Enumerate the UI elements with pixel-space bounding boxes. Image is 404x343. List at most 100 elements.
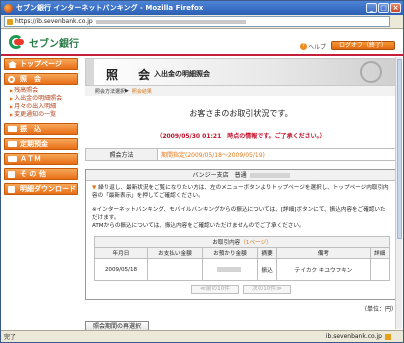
nav-other-label: そ の 他: [20, 170, 46, 178]
unit-label: （単位：円）: [360, 306, 397, 313]
breadcrumb: 照会方法選択 ▶ 照会結果: [85, 86, 397, 96]
submenu-item-changes[interactable]: 変更通知の一覧: [10, 111, 78, 119]
address-bar: https://ib.sevenbank.co.jp: [1, 15, 403, 29]
logo-mark-icon: [9, 33, 27, 51]
house-icon: [8, 61, 17, 68]
help-icon: ?: [299, 43, 307, 50]
triangle-icon: ▼: [92, 185, 97, 191]
other-icon: [8, 171, 15, 178]
page-title: 照 会: [106, 68, 155, 82]
maximize-button[interactable]: □: [378, 3, 389, 13]
url-text: https://ib.sevenbank.co.jp: [15, 18, 93, 25]
greeting-text: お客さまのお取引状況です。: [189, 109, 293, 118]
nav-transfer-button[interactable]: 振 込: [4, 123, 78, 135]
status-right: ib.sevenbank.co.jp: [326, 333, 391, 340]
row-payment: [146, 258, 203, 281]
transfer-note: ※インターネットバンキング、モバイルバンキングからの振込については、[詳細]ボタ…: [86, 203, 396, 232]
nav-inquiry-button[interactable]: 照 会: [4, 73, 78, 85]
submenu-item-balance[interactable]: 残高照会: [10, 87, 78, 95]
submenu-item-monthly[interactable]: 月々の出入明細: [10, 103, 78, 111]
account-number-masked: [249, 173, 290, 178]
help-label: ヘルプ: [307, 44, 326, 51]
branch-label: バンジー支店 普通: [192, 172, 247, 179]
nav-download-button[interactable]: 明細ダウンロード: [4, 183, 78, 195]
firefox-icon: [4, 3, 13, 13]
page-banner: 照 会 入出金の明細照会: [85, 58, 397, 86]
col-note: 備考: [276, 247, 371, 259]
site-header: セブン銀行 ? ヘルプ ログオフ（終了）: [1, 29, 403, 56]
nav-fixed-label: 定期預金: [20, 140, 48, 148]
method-key: 照会方法: [85, 148, 158, 161]
nav-top-label: トップページ: [20, 60, 62, 68]
col-date: 年月日: [94, 247, 148, 259]
row-summary: 振込: [256, 258, 278, 281]
account-panel: バンジー支店 普通 ▼ 繰り返し、最新状況をご覧になりたい方は、左のメニューボタ…: [85, 169, 397, 300]
seven-bank-logo[interactable]: セブン銀行: [9, 33, 79, 51]
row-deposit: [201, 258, 258, 281]
banner-stripe: [86, 59, 94, 85]
nav-download-label: 明細ダウンロード: [20, 185, 76, 193]
col-detail: 詳細: [369, 247, 391, 259]
transfer-note-1: ※インターネットバンキング、モバイルバンキングからの振込については、[詳細]ボタ…: [92, 207, 386, 221]
vertical-scrollbar[interactable]: [395, 57, 402, 329]
nav-top-button[interactable]: トップページ: [4, 58, 78, 70]
close-button[interactable]: ×: [390, 3, 401, 13]
method-value: 期間指定(2009/05/18～2009/05/19): [157, 148, 397, 161]
account-header: バンジー支店 普通: [86, 170, 396, 181]
deposit-icon: [8, 141, 17, 147]
nav-atm-button[interactable]: ＡＴＭ: [4, 153, 78, 165]
next-page-button[interactable]: 次の10件≫: [243, 285, 291, 294]
transfer-icon: [8, 126, 17, 132]
transactions-table: お取引内容（1ページ） 年月日 お支払い金額 お預かり金額 摘要 備考 詳細 2…: [94, 236, 391, 281]
amount-masked: [216, 266, 241, 272]
prev-page-button[interactable]: ≪前の10件: [191, 285, 239, 294]
breadcrumb-arrow-icon: ▶: [125, 88, 129, 94]
minimize-button[interactable]: _: [366, 3, 377, 13]
table-row: 2009/05/18 振込 テイカク キユウフキン: [94, 258, 391, 281]
row-date: 2009/05/18: [94, 258, 148, 281]
scrollbar-thumb[interactable]: [397, 59, 402, 239]
url-masked: [95, 19, 246, 24]
atm-icon: [8, 156, 17, 162]
logout-button[interactable]: ログオフ（終了）: [331, 41, 395, 50]
nav-atm-label: ＡＴＭ: [20, 155, 41, 163]
page-subtitle: 入出金の明細照会: [154, 70, 210, 78]
caption-text: お取引内容: [212, 240, 241, 246]
transactions-caption: お取引内容（1ページ）: [94, 236, 390, 248]
transfer-note-2: ATMからの振込については、振込内容をご確認いただけませんのでご了承ください。: [92, 223, 305, 229]
refresh-message-text: 繰り返し、最新状況をご覧になりたい方は、左のメニューボタンよりトップページを選択…: [92, 185, 389, 199]
window-title: セブン銀行 インターネットバンキング - Mozilla Firefox: [16, 4, 204, 12]
nav-inquiry-label: 照 会: [20, 75, 41, 83]
nav-fixed-deposit-button[interactable]: 定期預金: [4, 138, 78, 150]
nav-transfer-label: 振 込: [20, 125, 41, 133]
download-icon: [8, 186, 15, 193]
caption-page: （1ページ）: [240, 240, 272, 246]
main-content: 照 会 入出金の明細照会 照会方法選択 ▶ 照会結果 お客さまのお取引状況です。…: [85, 58, 397, 332]
nav-other-button[interactable]: そ の 他: [4, 168, 78, 180]
timestamp-notice: （2009/05/30 01:21 時点の情報です。ご了承ください。）: [156, 133, 326, 140]
logo-text: セブン銀行: [29, 38, 79, 50]
title-bar: セブン銀行 インターネットバンキング - Mozilla Firefox _ □…: [1, 1, 403, 15]
status-text: 完了: [4, 334, 17, 341]
window-controls: _ □ ×: [366, 3, 401, 13]
secure-lock-icon: [385, 333, 391, 340]
browser-window: セブン銀行 インターネットバンキング - Mozilla Firefox _ □…: [0, 0, 404, 343]
magnifier-icon: [8, 76, 15, 83]
sidebar: トップページ 照 会 残高照会 入出金の明細照会 月々の出入明細 変更通知の一覧…: [4, 58, 78, 328]
lock-icon: [7, 18, 13, 25]
breadcrumb-prev[interactable]: 照会方法選択: [95, 88, 125, 95]
query-method-table: 照会方法 期間指定(2009/05/18～2009/05/19): [85, 148, 397, 161]
col-payment: お支払い金額: [146, 247, 203, 259]
breadcrumb-current: 照会結果: [131, 88, 152, 95]
magnifier-decoration-icon: [360, 61, 382, 83]
url-input[interactable]: https://ib.sevenbank.co.jp: [4, 16, 390, 27]
status-domain: ib.sevenbank.co.jp: [325, 333, 382, 340]
status-bar: 完了 ib.sevenbank.co.jp: [1, 330, 403, 342]
row-detail: [369, 258, 391, 281]
pagination: ≪前の10件 次の10件≫: [86, 285, 396, 294]
row-note: テイカク キユウフキン: [276, 258, 371, 281]
col-summary: 摘要: [256, 247, 278, 259]
submenu-item-statement[interactable]: 入出金の明細照会: [10, 95, 78, 103]
help-link[interactable]: ? ヘルプ: [299, 42, 326, 51]
refresh-message: ▼ 繰り返し、最新状況をご覧になりたい方は、左のメニューボタンよりトップページを…: [86, 181, 396, 203]
